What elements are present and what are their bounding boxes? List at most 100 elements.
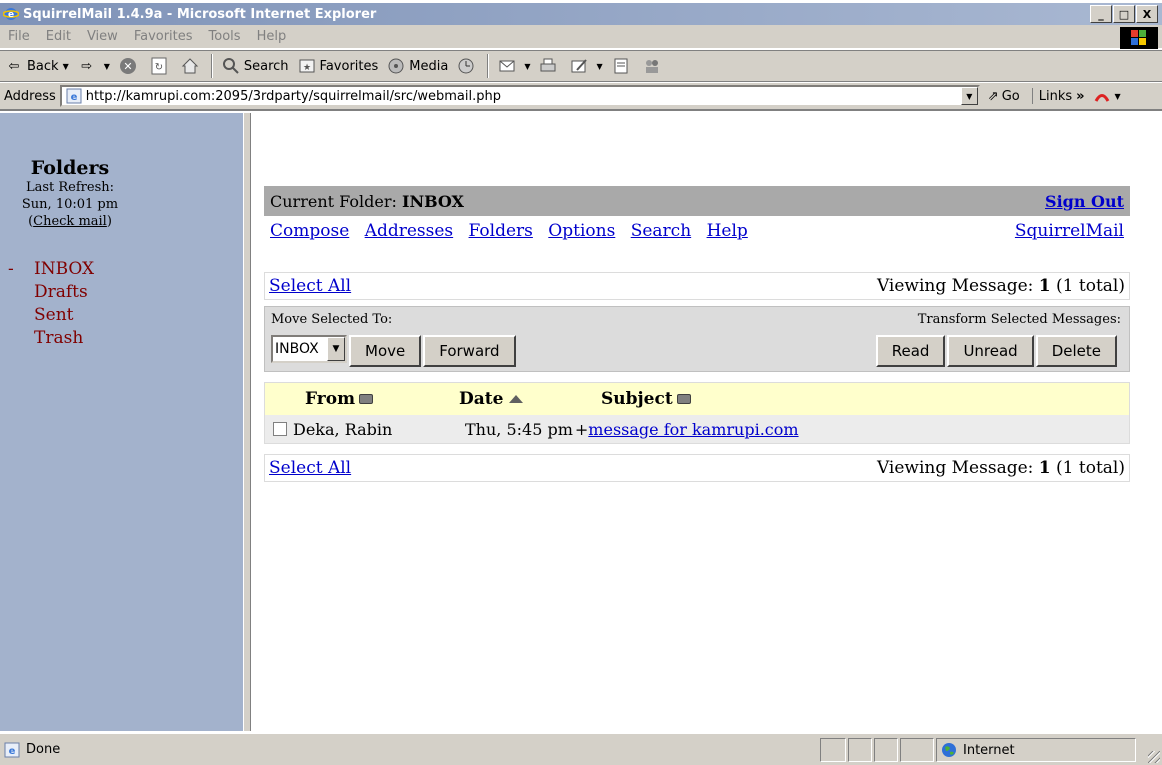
messenger-button[interactable]: [638, 53, 669, 79]
sort-icon[interactable]: [359, 394, 374, 404]
close-button[interactable]: X: [1136, 5, 1158, 23]
column-from[interactable]: From: [305, 389, 459, 409]
select-all-link[interactable]: Select All: [269, 458, 351, 478]
menu-help[interactable]: Help: [249, 29, 295, 44]
edit-icon: [571, 59, 588, 73]
go-label: Go: [1001, 88, 1020, 104]
status-panel: [874, 738, 898, 762]
chevron-down-icon[interactable]: ▼: [327, 337, 345, 361]
stop-button[interactable]: ✕: [114, 53, 145, 79]
sign-out-link[interactable]: Sign Out: [1045, 192, 1124, 211]
unread-button[interactable]: Unread: [947, 335, 1034, 367]
zone-label: Internet: [963, 742, 1015, 758]
ie-logo-icon: e: [3, 8, 19, 20]
message-date: Thu, 5:45 pm: [465, 419, 573, 439]
edit-button[interactable]: ▼: [565, 53, 606, 79]
folder-name[interactable]: INBOX: [34, 258, 94, 281]
nav-help[interactable]: Help: [707, 221, 748, 241]
chevron-down-icon: ▼: [596, 61, 603, 71]
svg-text:★: ★: [303, 63, 311, 73]
forward-nav-button[interactable]: ⇨ ▼: [73, 53, 114, 79]
check-mail-link[interactable]: Check mail: [33, 214, 107, 229]
toolbar-separator: [210, 54, 213, 78]
message-list: From Date Subject Deka, Rabin Thu, 5:45 …: [264, 382, 1130, 444]
select-all-link[interactable]: Select All: [269, 276, 351, 296]
folder-name[interactable]: Sent: [34, 304, 74, 327]
chevron-down-icon: ▼: [524, 61, 531, 71]
delete-button[interactable]: Delete: [1035, 335, 1117, 367]
menu-tools[interactable]: Tools: [201, 29, 249, 44]
history-icon: [458, 58, 474, 74]
menu-file[interactable]: File: [0, 29, 38, 44]
nav-options[interactable]: Options: [548, 221, 615, 241]
favorites-label: Favorites: [319, 58, 379, 74]
transform-selected-label: Transform Selected Messages:: [917, 312, 1121, 327]
move-button[interactable]: Move: [349, 335, 422, 367]
menu-view[interactable]: View: [79, 29, 126, 44]
column-subject[interactable]: Subject: [601, 389, 691, 409]
transform-controls: Read Unread Delete: [874, 335, 1117, 367]
favorites-button[interactable]: ★ Favorites: [293, 53, 383, 79]
nav-links: Compose Addresses Folders Options Search…: [270, 221, 758, 241]
home-button[interactable]: [176, 53, 207, 79]
current-folder-name: INBOX: [401, 191, 464, 211]
sort-icon[interactable]: [676, 394, 691, 404]
message-subject-link[interactable]: message for kamrupi.com: [588, 420, 798, 439]
column-date-label: Date: [459, 389, 504, 409]
table-row[interactable]: Deka, Rabin Thu, 5:45 pm + message for k…: [265, 415, 1129, 443]
toolbar: ⇦ Back ▼ ⇨ ▼ ✕ ↻ Search ★ Favorites Medi…: [0, 50, 1162, 82]
folder-item-trash[interactable]: Trash: [8, 327, 243, 350]
address-input[interactable]: e http://kamrupi.com:2095/3rdparty/squir…: [59, 85, 980, 107]
back-button[interactable]: ⇦ Back ▼: [0, 53, 73, 79]
svg-text:e: e: [8, 10, 14, 20]
print-button[interactable]: [534, 53, 565, 79]
folder-expand-marker: [8, 304, 34, 327]
address-label: Address: [4, 88, 56, 104]
folder-item-sent[interactable]: Sent: [8, 304, 243, 327]
folder-item-inbox[interactable]: - INBOX: [8, 258, 243, 281]
media-button[interactable]: Media: [382, 53, 452, 79]
maximize-button[interactable]: □: [1113, 5, 1135, 23]
back-label: Back: [27, 58, 59, 74]
search-button[interactable]: Search: [217, 53, 293, 79]
discuss-button[interactable]: [607, 53, 638, 79]
page-done-icon: e: [4, 742, 20, 757]
mail-button[interactable]: ▼: [493, 53, 534, 79]
nav-addresses[interactable]: Addresses: [365, 221, 453, 241]
refresh-button[interactable]: ↻: [145, 53, 176, 79]
svg-text:↻: ↻: [155, 62, 163, 73]
folder-item-drafts[interactable]: Drafts: [8, 281, 243, 304]
viewing-total: (1 total): [1056, 458, 1125, 478]
nav-search[interactable]: Search: [631, 221, 691, 241]
address-bar: Address e http://kamrupi.com:2095/3rdpar…: [0, 83, 1162, 111]
folder-name[interactable]: Trash: [34, 327, 83, 350]
stop-icon: ✕: [119, 58, 136, 74]
read-button[interactable]: Read: [875, 335, 946, 367]
history-button[interactable]: [452, 53, 483, 79]
nav-compose[interactable]: Compose: [270, 221, 349, 241]
address-dropdown-button[interactable]: ▼: [960, 87, 978, 105]
forward-button[interactable]: Forward: [423, 335, 516, 367]
sort-ascending-icon[interactable]: [509, 395, 524, 403]
resize-grip[interactable]: [1148, 751, 1160, 763]
forward-arrow-icon: ⇨: [81, 58, 93, 74]
current-folder-label: Current Folder:: [270, 191, 402, 211]
squirrelmail-link[interactable]: SquirrelMail: [1015, 221, 1124, 241]
minimize-button[interactable]: _: [1090, 5, 1112, 23]
frame-divider[interactable]: [243, 113, 251, 731]
chevron-down-icon: ▼: [62, 61, 69, 71]
menu-favorites[interactable]: Favorites: [126, 29, 201, 44]
links-button[interactable]: Links » ▼: [1031, 88, 1121, 104]
message-checkbox[interactable]: [273, 422, 287, 436]
folder-expand-marker: [8, 327, 34, 350]
go-button[interactable]: ⇗ Go: [988, 89, 1020, 104]
move-target-select[interactable]: INBOX ▼: [271, 335, 347, 363]
svg-text:✕: ✕: [123, 60, 132, 73]
menu-edit[interactable]: Edit: [38, 29, 79, 44]
nav-folders[interactable]: Folders: [469, 221, 533, 241]
select-all-bar-top: Select All Viewing Message: 1 (1 total): [264, 272, 1130, 300]
media-label: Media: [409, 58, 449, 74]
column-date[interactable]: Date: [459, 389, 601, 409]
folder-name[interactable]: Drafts: [34, 281, 88, 304]
title-bar[interactable]: e SquirrelMail 1.4.9a - Microsoft Intern…: [0, 3, 1162, 25]
